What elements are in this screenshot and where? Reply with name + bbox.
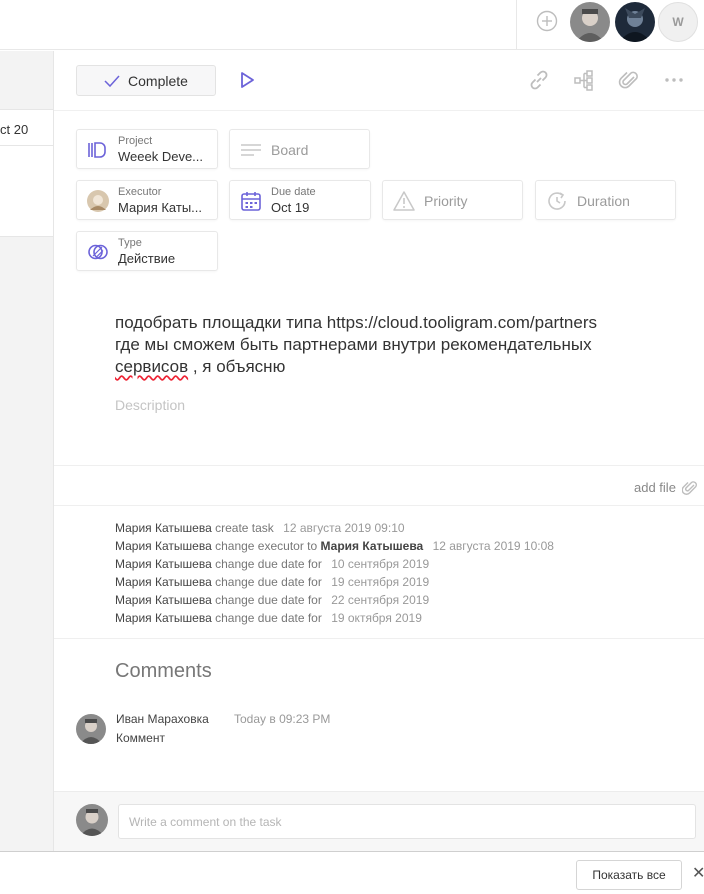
activity-user: Мария Катышева [115, 593, 212, 607]
priority-placeholder: Priority [424, 193, 468, 209]
project-icon [88, 142, 106, 158]
activity-date: 22 сентября 2019 [331, 593, 430, 607]
description-divider [54, 465, 704, 466]
activity-date: 10 сентября 2019 [331, 557, 430, 571]
duration-field[interactable]: Duration [535, 180, 676, 220]
comment-input[interactable] [118, 804, 696, 839]
type-icon [88, 244, 108, 260]
activity-date: 19 сентября 2019 [331, 575, 430, 589]
project-label: Project [118, 135, 153, 147]
member-avatar-1[interactable] [570, 2, 610, 42]
executor-value: Мария Каты... [118, 200, 202, 215]
member-avatar-2[interactable] [615, 2, 655, 42]
activity-divider [54, 638, 704, 639]
priority-field[interactable]: Priority [382, 180, 523, 220]
activity-log: Мария Катышева create task 12 августа 20… [115, 519, 554, 627]
timer-icon [548, 192, 566, 210]
activity-action: create task [215, 521, 274, 535]
activity-action: change due date for [215, 611, 322, 625]
add-file-link[interactable]: add file [634, 480, 676, 495]
activity-action: change due date for [215, 557, 322, 571]
paperclip-icon[interactable] [682, 479, 698, 497]
activity-target: Мария Катышева [320, 539, 424, 553]
type-label: Type [118, 237, 142, 249]
comment-text: Коммент [116, 731, 165, 745]
activity-row: Мария Катышева change due date for 19 се… [115, 573, 554, 591]
comments-heading: Comments [115, 660, 212, 682]
board-icon [241, 144, 261, 156]
composer-user-avatar [76, 804, 108, 836]
activity-action: change due date for [215, 575, 322, 589]
complete-label: Complete [128, 72, 188, 89]
description-line-3: сервисов , я объясню [115, 356, 685, 378]
show-all-button[interactable]: Показать все [576, 860, 682, 890]
calendar-icon [241, 192, 261, 211]
panel-edge [53, 51, 54, 851]
close-icon[interactable]: ✕ [692, 866, 704, 882]
current-user-avatar[interactable]: W [658, 2, 698, 42]
description-line-2: где мы сможем быть партнерами внутри рек… [115, 335, 592, 354]
comment-author[interactable]: Иван Мараховка [116, 712, 209, 726]
activity-user: Мария Катышева [115, 539, 212, 553]
top-bar: W [0, 0, 704, 50]
duration-placeholder: Duration [577, 193, 630, 209]
attachments-divider [54, 505, 704, 506]
due-date-field[interactable]: Due date Oct 19 [229, 180, 371, 220]
due-date-value: Oct 19 [271, 200, 310, 215]
more-icon[interactable] [662, 68, 686, 92]
activity-date: 19 октября 2019 [331, 611, 422, 625]
activity-date: 12 августа 2019 09:10 [283, 521, 405, 535]
task-card-label: ct 20 [0, 122, 29, 137]
activity-action: change due date for [215, 593, 322, 607]
link-icon[interactable] [527, 68, 551, 92]
attach-icon[interactable] [617, 68, 641, 92]
subtasks-icon[interactable] [572, 68, 596, 92]
topbar-divider [516, 0, 517, 50]
complete-button[interactable]: Complete [76, 65, 216, 96]
task-card-partial[interactable]: ct 20 [0, 109, 54, 237]
download-bar: Показать все ✕ [0, 851, 704, 894]
add-member-icon[interactable] [536, 10, 558, 32]
description-line-3-rest: , я объясню [188, 357, 286, 376]
comment-author-avatar[interactable] [76, 714, 106, 744]
task-description[interactable]: подобрать площадки типа https://cloud.to… [115, 312, 685, 378]
board-panel: ct 20 [0, 51, 54, 851]
check-icon [104, 74, 120, 87]
activity-user: Мария Катышева [115, 557, 212, 571]
activity-user: Мария Катышева [115, 575, 212, 589]
type-field[interactable]: Type Действие [76, 231, 218, 271]
board-field[interactable]: Board [229, 129, 370, 169]
due-date-label: Due date [271, 186, 316, 198]
activity-row: Мария Катышева change due date for 19 ок… [115, 609, 554, 627]
type-value: Действие [118, 251, 176, 266]
description-line-1: подобрать площадки типа https://cloud.to… [115, 313, 597, 332]
description-placeholder[interactable]: Description [115, 397, 185, 413]
activity-user: Мария Катышева [115, 611, 212, 625]
activity-row: Мария Катышева create task 12 августа 20… [115, 519, 554, 537]
activity-row: Мария Катышева change due date for 22 се… [115, 591, 554, 609]
play-icon[interactable] [238, 71, 256, 89]
activity-action: change executor to [215, 539, 318, 553]
project-field[interactable]: Project Weeek Deve... [76, 129, 218, 169]
activity-user: Мария Катышева [115, 521, 212, 535]
executor-field[interactable]: Executor Мария Каты... [76, 180, 218, 220]
activity-date: 12 августа 2019 10:08 [432, 539, 554, 553]
comment-time: Today в 09:23 PM [234, 712, 331, 726]
misspelled-word: сервисов [115, 357, 189, 376]
board-placeholder: Board [271, 142, 309, 158]
toolbar-divider [54, 110, 704, 111]
project-value: Weeek Deve... [118, 149, 204, 164]
executor-avatar-icon [87, 190, 109, 212]
activity-row: Мария Катышева change executor to Мария … [115, 537, 554, 555]
card-divider [0, 145, 54, 146]
warning-triangle-icon [393, 191, 415, 211]
executor-label: Executor [118, 186, 162, 198]
activity-row: Мария Катышева change due date for 10 се… [115, 555, 554, 573]
